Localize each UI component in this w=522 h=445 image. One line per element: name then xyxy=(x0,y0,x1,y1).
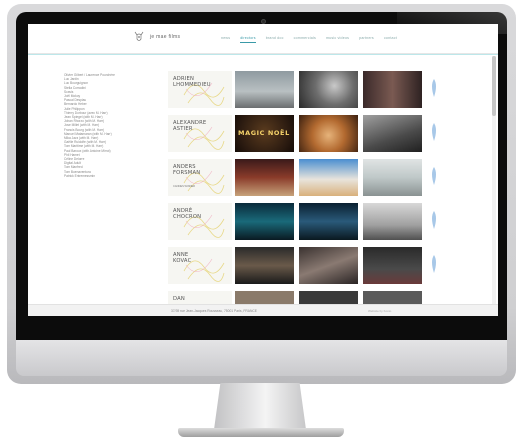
video-thumbnail[interactable]: MAGIC NOËL xyxy=(235,115,294,152)
director-row: Anders Forsman CANNES WINNER xyxy=(168,157,438,199)
feather-icon xyxy=(432,123,436,141)
director-name: Astier xyxy=(173,126,193,133)
director-name: Anne xyxy=(173,252,189,258)
video-thumbnail[interactable] xyxy=(363,203,422,240)
main-nav: news directors brand doc commercials mus… xyxy=(221,36,397,43)
video-thumbnail[interactable] xyxy=(299,203,358,240)
video-thumbnail[interactable] xyxy=(299,115,358,152)
footer-address: 37/39 rue Jean-Jacques Rousseau, 75001 P… xyxy=(171,309,257,313)
monitor-stand xyxy=(213,383,307,431)
video-thumbnail[interactable] xyxy=(235,159,294,196)
nav-contact[interactable]: contact xyxy=(384,36,397,43)
thumbnail-caption: MAGIC NOËL xyxy=(238,129,290,137)
director-subtitle: CANNES WINNER xyxy=(173,185,196,188)
director-name: Dan xyxy=(173,296,185,302)
director-card[interactable]: André Chocron xyxy=(168,203,232,240)
director-name: Kovac xyxy=(173,258,192,265)
nav-commercials[interactable]: commercials xyxy=(294,36,316,43)
video-thumbnail[interactable] xyxy=(299,71,358,108)
video-thumbnail[interactable] xyxy=(363,159,422,196)
director-name: Alexandre xyxy=(173,120,207,126)
nav-partners[interactable]: partners xyxy=(359,36,374,43)
reindeer-logo-icon xyxy=(134,31,144,41)
director-card[interactable]: Adrien Lhommedieu xyxy=(168,71,232,108)
video-thumbnail[interactable] xyxy=(363,247,422,284)
header-divider xyxy=(28,54,498,55)
video-thumbnail[interactable] xyxy=(235,71,294,108)
director-row: Adrien Lhommedieu xyxy=(168,69,438,111)
directors-grid: Adrien Lhommedieu Alexandre Astier MAGIC N… xyxy=(168,69,438,316)
nav-music-videos[interactable]: music videos xyxy=(326,36,349,43)
video-thumbnail[interactable] xyxy=(235,203,294,240)
website-screen: je mae films news directors brand doc co… xyxy=(28,24,498,316)
director-row: André Chocron xyxy=(168,201,438,243)
director-row: Anne Kovac xyxy=(168,245,438,287)
site-header: je mae films news directors brand doc co… xyxy=(28,24,498,54)
monitor-foot xyxy=(178,428,344,437)
nav-brand-doc[interactable]: brand doc xyxy=(266,36,284,43)
director-row: Alexandre Astier MAGIC NOËL xyxy=(168,113,438,155)
video-thumbnail[interactable] xyxy=(363,71,422,108)
video-thumbnail[interactable] xyxy=(363,115,422,152)
director-list: Olivier Gilbert / Laurence Pourchère Luc… xyxy=(64,73,134,178)
video-thumbnail[interactable] xyxy=(299,247,358,284)
site-logo-text: je mae films xyxy=(150,34,181,40)
director-card[interactable]: Anne Kovac xyxy=(168,247,232,284)
page-scrollbar[interactable] xyxy=(492,56,496,304)
monitor-chin xyxy=(16,340,507,376)
director-name: Lhommedieu xyxy=(173,82,211,89)
feather-icon xyxy=(432,79,436,97)
video-thumbnail[interactable] xyxy=(235,247,294,284)
director-card[interactable]: Anders Forsman CANNES WINNER xyxy=(168,159,232,196)
sidebar-item[interactable]: Patrick Entremessmin xyxy=(64,174,134,178)
nav-directors[interactable]: directors xyxy=(240,36,256,43)
footer-credit-link[interactable]: Website by Konio xyxy=(368,309,391,313)
director-card[interactable]: Alexandre Astier xyxy=(168,115,232,152)
director-name: Anders xyxy=(173,164,196,170)
director-name: Forsman xyxy=(173,170,201,177)
director-name: Adrien xyxy=(173,76,195,82)
feather-icon xyxy=(432,211,436,229)
feather-icon xyxy=(432,255,436,273)
nav-news[interactable]: news xyxy=(221,36,230,43)
director-name: Chocron xyxy=(173,214,202,221)
director-name: André xyxy=(173,208,193,214)
feather-icon xyxy=(432,167,436,185)
site-logo[interactable]: je mae films xyxy=(132,30,180,44)
site-footer: 37/39 rue Jean-Jacques Rousseau, 75001 P… xyxy=(28,304,498,316)
scrollbar-thumb[interactable] xyxy=(492,56,496,116)
video-thumbnail[interactable] xyxy=(299,159,358,196)
